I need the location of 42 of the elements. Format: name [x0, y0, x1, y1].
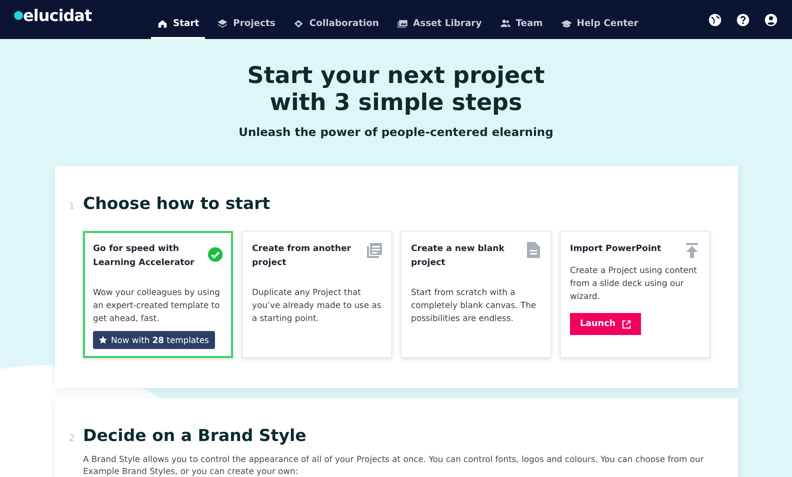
brand-name: elucidat — [23, 6, 92, 25]
step-title: Choose how to start — [83, 194, 270, 213]
card-title: Create from another project — [252, 243, 352, 270]
option-card[interactable]: Go for speed with Learning Accelerator Wow your colleagues by using an expert-created template to get ahead, fast. Now with 28 templates — [83, 231, 233, 358]
card-title: Create a new blank project — [411, 243, 506, 270]
card-description: Create a Project using content from a slide deck using our wizard. — [570, 264, 698, 303]
hero-subtitle: Unleash the power of people-centered elearning — [238, 125, 554, 139]
external-link-icon — [622, 320, 631, 328]
nav-tab[interactable]: Help Center — [554, 10, 644, 39]
account-icon — [764, 12, 778, 26]
nav-tab[interactable]: Collaboration — [287, 10, 385, 39]
launch-button[interactable]: Launch — [570, 313, 641, 335]
document-icon — [525, 242, 541, 258]
layers-icon — [217, 18, 228, 29]
step-number: 1 — [69, 202, 76, 212]
step-title: Decide on a Brand Style — [83, 426, 306, 445]
nav-tab[interactable]: Team — [494, 10, 549, 39]
nav-tab[interactable]: Asset Library — [390, 10, 488, 39]
card-description: Wow your colleagues by using an expert-created template to get ahead, fast. — [93, 286, 221, 325]
card-description: Duplicate any Project that you’ve already made to use as a starting point. — [252, 286, 382, 325]
upload-icon — [684, 242, 700, 258]
documents-icon — [366, 242, 382, 258]
option-card[interactable]: Create from another project Duplicate any Project that you’ve already made to use as a starting point. — [242, 231, 392, 358]
step-description: A Brand Style allows you to control the appearance of all of your Projects at once. You can control fonts, logos and colours. You can choose from our Example Brand Styles, or you can create your own: — [83, 453, 705, 477]
home-icon — [157, 18, 168, 29]
images-icon — [396, 18, 408, 29]
step-number: 2 — [69, 434, 76, 444]
globe-icon — [708, 12, 722, 26]
graduation-cap-icon — [560, 18, 572, 29]
card-title: Go for speed with Learning Accelerator — [93, 243, 196, 270]
template-badge: Now with 28 templates — [93, 331, 215, 349]
logo-icon — [14, 11, 23, 20]
star-icon — [99, 336, 107, 344]
option-card[interactable]: Import PowerPoint Create a Project using content from a slide deck using our wizard. Launch — [560, 231, 710, 358]
nav-tab[interactable]: Projects — [211, 10, 282, 39]
card-title: Import PowerPoint — [570, 243, 662, 256]
diamond-icon — [293, 18, 304, 29]
option-card[interactable]: Create a new blank project Start from scratch with a completely blank canvas. The possibilities are endless. — [401, 231, 551, 358]
people-icon — [500, 18, 511, 29]
hero-title: Start your next project with 3 simple steps — [246, 63, 546, 117]
card-description: Start from scratch with a completely blank canvas. The possibilities are endless. — [411, 286, 538, 325]
help-icon — [736, 12, 750, 26]
